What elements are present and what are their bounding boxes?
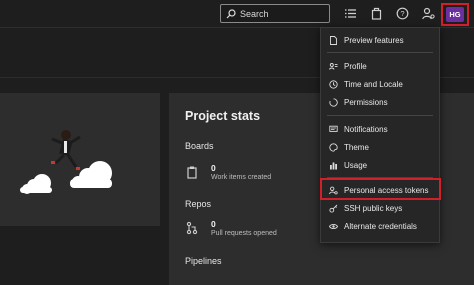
project-welcome-card bbox=[0, 93, 160, 226]
menu-item-label: Alternate credentials bbox=[344, 221, 417, 231]
menu-divider bbox=[327, 52, 433, 53]
menu-item-label: Theme bbox=[344, 142, 369, 152]
repos-label: Repos bbox=[185, 199, 212, 209]
permissions-icon bbox=[329, 97, 338, 107]
svg-text:?: ? bbox=[400, 9, 404, 18]
avatar[interactable]: HG bbox=[446, 7, 464, 22]
menu-item-label: Time and Locale bbox=[344, 79, 403, 89]
menu-item-theme[interactable]: Theme bbox=[321, 138, 439, 156]
key-icon bbox=[329, 204, 338, 213]
pull-request-icon bbox=[185, 221, 199, 235]
project-stats-title: Project stats bbox=[185, 109, 261, 123]
boards-value: 0 bbox=[211, 163, 216, 173]
personal-access-tokens-highlight bbox=[320, 178, 441, 200]
top-bar: Search ? HG bbox=[0, 0, 474, 28]
notifications-icon bbox=[329, 125, 338, 132]
person-jumping-illustration bbox=[20, 130, 112, 194]
profile-card-icon bbox=[329, 62, 338, 70]
help-icon[interactable]: ? bbox=[396, 7, 409, 20]
clock-icon bbox=[329, 79, 338, 89]
list-icon[interactable] bbox=[344, 7, 357, 20]
document-icon bbox=[330, 35, 337, 45]
menu-item-label: Profile bbox=[344, 61, 367, 71]
menu-item-usage[interactable]: Usage bbox=[321, 156, 439, 174]
boards-label: Boards bbox=[185, 141, 214, 151]
menu-item-preview-features[interactable]: Preview features bbox=[321, 31, 439, 49]
user-settings-icon[interactable] bbox=[422, 7, 435, 20]
search-box[interactable]: Search bbox=[220, 4, 330, 23]
bar-chart-icon bbox=[330, 162, 337, 169]
eye-icon bbox=[329, 223, 338, 229]
menu-item-profile[interactable]: Profile bbox=[321, 57, 439, 75]
pipelines-label: Pipelines bbox=[185, 256, 222, 266]
menu-item-alternate-credentials[interactable]: Alternate credentials bbox=[321, 217, 439, 235]
menu-item-label: Preview features bbox=[344, 35, 404, 45]
menu-item-label: SSH public keys bbox=[344, 203, 403, 213]
avatar-highlight: HG bbox=[441, 3, 469, 26]
boards-caption: Work items created bbox=[211, 174, 272, 181]
repos-caption: Pull requests opened bbox=[211, 230, 277, 237]
menu-item-label: Permissions bbox=[344, 97, 388, 107]
menu-item-permissions[interactable]: Permissions bbox=[321, 93, 439, 111]
menu-item-notifications[interactable]: Notifications bbox=[321, 120, 439, 138]
user-settings-menu: Preview features Profile Time and Locale… bbox=[320, 27, 440, 243]
search-placeholder: Search bbox=[240, 8, 269, 19]
menu-item-label: Usage bbox=[344, 160, 368, 170]
repos-value: 0 bbox=[211, 219, 216, 229]
clipboard-icon bbox=[185, 165, 199, 179]
palette-icon bbox=[329, 142, 338, 152]
menu-item-label: Notifications bbox=[344, 124, 388, 134]
menu-item-ssh-public-keys[interactable]: SSH public keys bbox=[321, 199, 439, 217]
menu-divider bbox=[327, 115, 433, 116]
menu-item-time-and-locale[interactable]: Time and Locale bbox=[321, 75, 439, 93]
bag-icon[interactable] bbox=[370, 7, 383, 20]
search-icon bbox=[226, 8, 236, 18]
